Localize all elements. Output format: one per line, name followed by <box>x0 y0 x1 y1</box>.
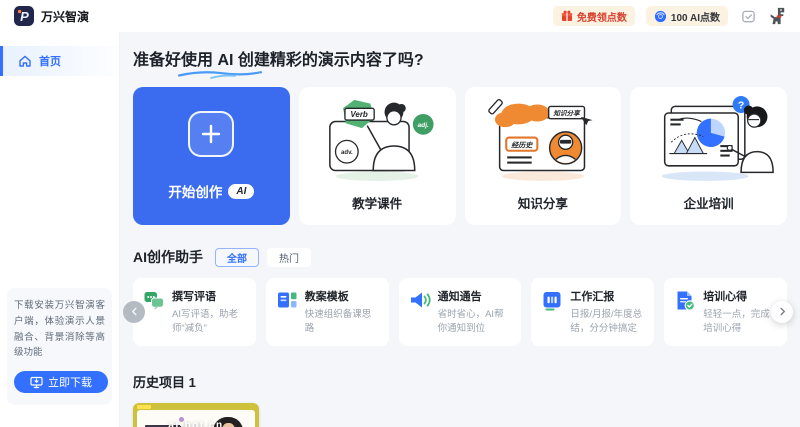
plus-icon <box>188 111 234 157</box>
chevron-right-icon <box>778 307 787 316</box>
card-subtitle: 省时省心，AI帮你通知到位 <box>438 308 512 336</box>
assistant-tabs: 全部 热门 <box>215 248 311 267</box>
chat-bubbles-icon <box>143 289 165 311</box>
card-title: 教案模板 <box>305 288 379 304</box>
sidebar-promo-panel: 下载安装万兴智演客户端，体验演示人景融合、背景消除等高级功能 立即下载 <box>7 288 112 405</box>
start-create-label: 开始创作 <box>168 181 222 201</box>
card-title: 撰写评语 <box>172 288 246 304</box>
history-thumbnail[interactable]: ai-bot.cn AI工具集 <box>133 403 259 427</box>
ai-badge: AI <box>228 184 254 199</box>
home-icon <box>18 54 32 68</box>
document-check-icon <box>674 289 696 311</box>
assistant-card-notice[interactable]: 通知通告 省时省心，AI帮你通知到位 <box>399 278 522 346</box>
sidebar-item-label: 首页 <box>39 53 61 69</box>
card-title: 通知通告 <box>438 288 512 304</box>
chevron-left-icon <box>130 307 139 316</box>
main-content: 准备好使用 AI 创建精彩的演示内容了吗? 开始创作 AI <box>120 32 800 427</box>
training-illustration: ? <box>643 92 775 184</box>
thumbnail-watermark: ai-bot.cn AI工具集 <box>133 403 259 427</box>
card-subtitle: 轻轻一点，完成培训心得 <box>703 308 777 336</box>
svg-text:Verb: Verb <box>350 110 368 119</box>
free-points-label: 免费领点数 <box>577 9 627 24</box>
teaching-illustration: Verb adv. adj. <box>311 92 443 184</box>
gift-icon <box>561 10 573 22</box>
feedback-button[interactable] <box>739 7 757 25</box>
card-caption: 企业培训 <box>684 193 734 212</box>
download-button[interactable]: 立即下载 <box>14 371 108 393</box>
svg-text:adv.: adv. <box>341 149 353 156</box>
report-icon <box>541 289 563 311</box>
megaphone-icon <box>409 289 431 311</box>
assistant-card-lesson-template[interactable]: 教案模板 快速组织备课思路 <box>266 278 389 346</box>
svg-text:经历史: 经历史 <box>511 140 533 149</box>
scroll-left-button[interactable] <box>123 301 145 323</box>
monitor-download-icon <box>30 376 43 389</box>
lesson-template-icon <box>276 289 298 311</box>
app-title: 万兴智演 <box>41 8 89 25</box>
heading-underline-decoration <box>177 69 265 79</box>
category-card-training[interactable]: ? 企业培训 <box>630 87 787 225</box>
coin-icon <box>654 10 667 23</box>
free-points-badge[interactable]: 免费领点数 <box>553 6 635 26</box>
user-avatar[interactable] <box>768 7 786 25</box>
assistant-section-title: AI创作助手 <box>133 247 203 267</box>
category-card-knowledge[interactable]: 知识分享 经历史 知识分享 <box>465 87 622 225</box>
assistant-card-scroller: 撰写评语 AI写评语，助老师“减负” 教案模板 快速组织备课思路 <box>133 278 787 346</box>
history-section-title: 历史项目 1 <box>133 372 787 391</box>
category-card-teaching[interactable]: Verb adv. adj. 教学课件 <box>299 87 456 225</box>
scroll-right-button[interactable] <box>771 301 793 323</box>
start-create-card[interactable]: 开始创作 AI <box>133 87 290 225</box>
dino-avatar-icon <box>768 5 786 27</box>
knowledge-illustration: 知识分享 经历史 <box>477 92 609 184</box>
assistant-card-training-notes[interactable]: 培训心得 轻轻一点，完成培训心得 <box>664 278 787 346</box>
app-logo-icon: P <box>14 6 34 26</box>
card-caption: 教学课件 <box>352 193 402 212</box>
sidebar-promo-text: 下载安装万兴智演客户端，体验演示人景融合、背景消除等高级功能 <box>14 298 105 361</box>
creation-cards-row: 开始创作 AI Verb <box>133 87 787 225</box>
ai-points-badge[interactable]: 100 AI点数 <box>646 6 728 26</box>
card-subtitle: AI写评语，助老师“减负” <box>172 308 246 336</box>
topbar: P 万兴智演 免费领点数 100 AI点数 <box>0 0 800 32</box>
assistant-card-work-report[interactable]: 工作汇报 日报/月报/年度总结，分分钟搞定 <box>531 278 654 346</box>
svg-text:P: P <box>20 9 29 24</box>
svg-text:知识分享: 知识分享 <box>552 109 581 117</box>
card-subtitle: 日报/月报/年度总结，分分钟搞定 <box>570 308 644 336</box>
svg-text:adj.: adj. <box>418 122 430 129</box>
ai-points-label: 100 AI点数 <box>671 9 720 24</box>
sidebar: 首页 下载安装万兴智演客户端，体验演示人景融合、背景消除等高级功能 立即下载 <box>0 32 120 427</box>
survey-icon <box>741 9 756 24</box>
download-button-label: 立即下载 <box>48 374 92 390</box>
sidebar-item-home[interactable]: 首页 <box>0 46 119 76</box>
watermark-line-1: ai-bot.cn <box>168 420 223 427</box>
tab-hot[interactable]: 热门 <box>267 248 311 267</box>
card-title: 工作汇报 <box>570 288 644 304</box>
card-caption: 知识分享 <box>518 193 568 212</box>
tab-all[interactable]: 全部 <box>215 248 259 267</box>
svg-text:?: ? <box>738 100 744 111</box>
assistant-card-comments[interactable]: 撰写评语 AI写评语，助老师“减负” <box>133 278 256 346</box>
page-title: 准备好使用 AI 创建精彩的演示内容了吗? <box>133 50 424 72</box>
card-title: 培训心得 <box>703 288 777 304</box>
card-subtitle: 快速组织备课思路 <box>305 308 379 336</box>
